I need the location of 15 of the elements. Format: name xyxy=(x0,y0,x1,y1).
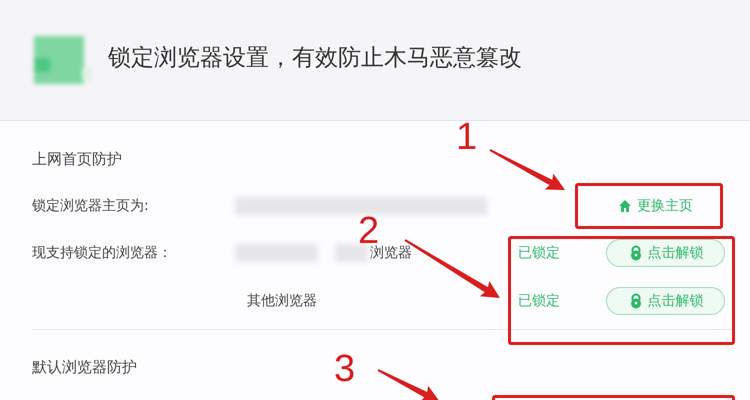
unlock-button[interactable]: 点击解锁 xyxy=(606,239,725,267)
annotation-number: 1 xyxy=(456,118,478,156)
browser-name: 其他浏览器 xyxy=(247,292,317,310)
annotation-arrow xyxy=(378,369,440,400)
row-label: 现支持锁定的浏览器： xyxy=(32,244,173,262)
home-icon xyxy=(618,199,632,213)
section-title: 上网首页防护 xyxy=(32,148,122,170)
lock-status: 已锁定 xyxy=(518,292,561,310)
annotation-number: 3 xyxy=(334,350,356,388)
change-homepage-button[interactable]: 更换主页 xyxy=(618,197,693,215)
unlock-button[interactable]: 点击解锁 xyxy=(606,287,725,315)
row-label: 锁定浏览器主页为: xyxy=(32,197,150,215)
section-title: 默认浏览器防护 xyxy=(32,356,137,378)
lock-status: 已锁定 xyxy=(518,244,561,262)
window-title: 锁定浏览器设置，有效防止木马恶意篡改 xyxy=(108,44,522,72)
